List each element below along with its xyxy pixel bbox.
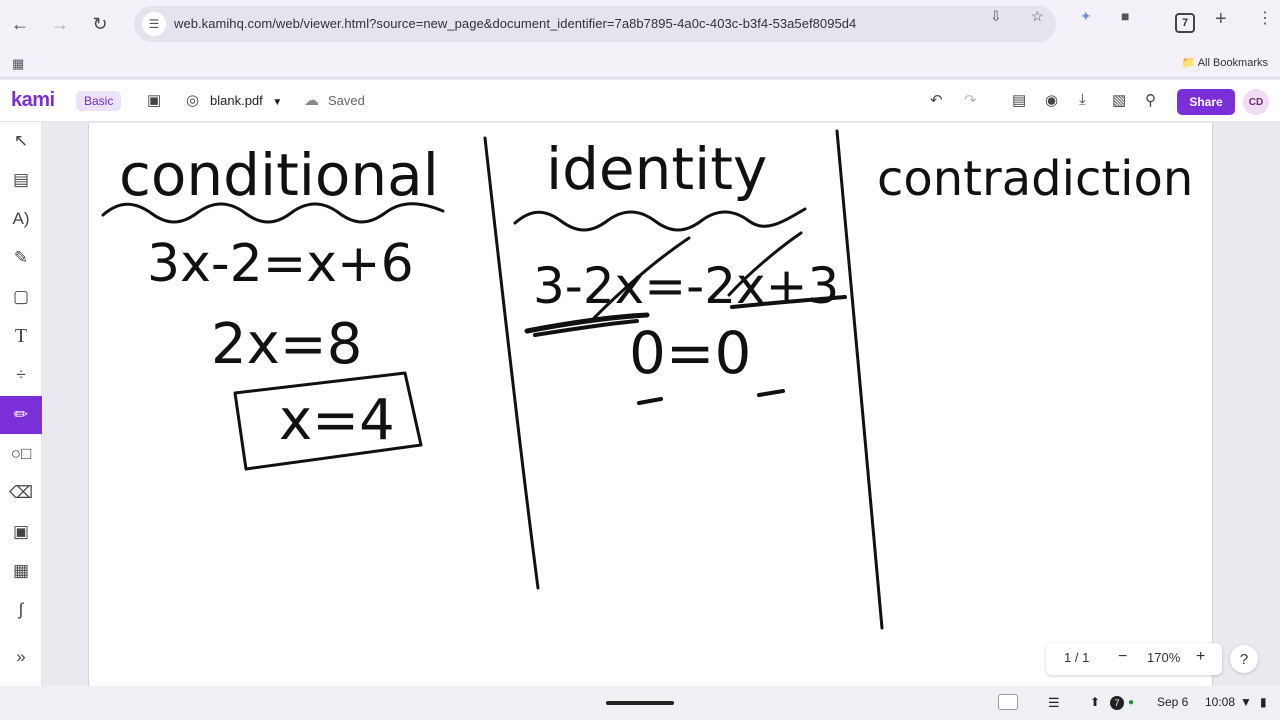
notes-icon[interactable]: ☰ xyxy=(1048,695,1060,711)
heading-contradiction: contradiction xyxy=(877,151,1193,207)
conditional-line-1: 3x-2=x+6 xyxy=(147,234,414,294)
document-outline-icon[interactable]: ▤ xyxy=(1012,91,1026,109)
identity-line-1: 3-2x=-2x+3 xyxy=(533,257,839,315)
column-divider-left xyxy=(483,136,540,590)
column-divider-right xyxy=(835,129,884,630)
plan-badge[interactable]: Basic xyxy=(76,91,122,111)
url-text[interactable]: web.kamihq.com/web/viewer.html?source=ne… xyxy=(174,16,856,31)
conditional-line-2: 2x=8 xyxy=(211,312,362,377)
highlighter-icon[interactable]: ✎ xyxy=(0,239,42,277)
reload-icon[interactable]: ↻ xyxy=(84,8,116,40)
cloud-saved-icon: ☁ xyxy=(304,92,319,109)
screen-capture-icon[interactable] xyxy=(998,694,1018,710)
signature-icon[interactable]: ∫ xyxy=(0,591,42,629)
save-status: Saved xyxy=(328,93,365,108)
globe-icon: ◎ xyxy=(186,92,200,109)
battery-icon[interactable]: ▮ xyxy=(1260,695,1267,709)
new-tab-icon[interactable]: + xyxy=(1215,8,1227,31)
browser-toolbar: ← → ↻ ☰ web.kamihq.com/web/viewer.html?s… xyxy=(0,0,1280,48)
help-button[interactable]: ? xyxy=(1230,645,1258,673)
pdf-page[interactable]: conditional identity contradiction 3x-2=… xyxy=(88,123,1213,686)
toolbox-icon[interactable]: ▧ xyxy=(1112,91,1126,109)
undo-icon[interactable]: ↶ xyxy=(930,91,943,109)
tool-sidebar: ↖ ▤ A) ✎ ▢ T ÷ ✏ ○□ ⌫ ▣ ▦ ∫ » xyxy=(0,122,42,686)
search-icon[interactable]: ⚲ xyxy=(1145,91,1156,109)
tab-count-button[interactable]: 7 xyxy=(1175,13,1195,33)
extension-puzzle-colored-icon[interactable]: ✦ xyxy=(1080,8,1092,25)
home-gesture-bar[interactable] xyxy=(606,701,674,705)
archive-icon[interactable]: ▣ xyxy=(147,91,161,109)
read-aloud-icon[interactable]: A) xyxy=(0,200,42,238)
comment-icon[interactable]: ▢ xyxy=(0,278,42,316)
bookmark-star-icon[interactable]: ☆ xyxy=(1031,8,1044,25)
kami-logo: kami xyxy=(11,89,55,111)
identity-line-2: 0=0 xyxy=(629,319,751,387)
redo-icon[interactable]: ↷ xyxy=(964,91,977,109)
all-bookmarks-label: All Bookmarks xyxy=(1197,57,1268,69)
bookmarks-bar: ▦ 📁 All Bookmarks xyxy=(0,48,1280,78)
kami-toolbar: kami Basic ▣ ◎ blank.pdf ▼ ☁ Saved ↶ ↷ ▤… xyxy=(0,80,1280,122)
update-icon[interactable]: ⬆ xyxy=(1090,695,1100,709)
image-icon[interactable]: ▦ xyxy=(0,552,42,590)
tick-mark-2 xyxy=(757,389,785,397)
extensions-icon[interactable]: ■ xyxy=(1121,8,1129,24)
zoom-out-icon[interactable]: − xyxy=(1118,648,1127,666)
forward-icon[interactable]: → xyxy=(44,8,76,40)
ink-drawing: conditional identity contradiction 3x-2=… xyxy=(101,129,1193,630)
expand-icon[interactable]: » xyxy=(0,638,42,676)
heading-conditional: conditional xyxy=(119,141,439,209)
site-info-icon[interactable]: ☰ xyxy=(142,12,166,36)
tick-mark-1 xyxy=(637,397,663,405)
conditional-line-3: x=4 xyxy=(279,388,395,453)
squiggle-identity xyxy=(513,207,807,232)
share-button[interactable]: Share xyxy=(1177,89,1235,115)
eraser-icon[interactable]: ⌫ xyxy=(0,474,42,512)
folder-icon: 📁 xyxy=(1181,57,1196,69)
date-label[interactable]: Sep 6 xyxy=(1157,695,1188,709)
time-label[interactable]: 10:08 xyxy=(1205,695,1235,709)
heading-identity: identity xyxy=(546,135,767,203)
status-dot-icon: ● xyxy=(1128,697,1135,708)
text-icon[interactable]: T xyxy=(0,317,42,355)
menu-kebab-icon[interactable]: ⋮ xyxy=(1257,8,1273,28)
text-annotate-icon[interactable]: ▤ xyxy=(0,161,42,199)
all-bookmarks-link[interactable]: 📁 All Bookmarks xyxy=(1182,56,1268,69)
notification-badge[interactable]: 7 xyxy=(1110,696,1124,710)
file-name[interactable]: blank.pdf ▼ xyxy=(210,93,282,108)
shapes-icon[interactable]: ○□ xyxy=(0,435,42,473)
equation-icon[interactable]: ÷ xyxy=(0,356,42,394)
wifi-icon[interactable]: ▼ xyxy=(1240,695,1252,709)
install-app-icon[interactable]: ⇩ xyxy=(990,8,1002,25)
chevron-down-icon[interactable]: ▼ xyxy=(272,97,282,108)
view-eye-icon[interactable]: ◉ xyxy=(1045,91,1058,109)
select-icon[interactable]: ↖ xyxy=(0,122,42,160)
file-name-label: blank.pdf xyxy=(210,93,263,108)
zoom-in-icon[interactable]: + xyxy=(1196,648,1205,666)
back-icon[interactable]: ← xyxy=(4,8,36,40)
address-bar[interactable]: ☰ web.kamihq.com/web/viewer.html?source=… xyxy=(134,6,1056,42)
download-icon[interactable]: ⤓ xyxy=(1079,91,1086,108)
page-indicator[interactable]: 1 / 1 xyxy=(1064,650,1089,665)
ai-question-icon[interactable]: ▣ xyxy=(0,513,42,551)
user-avatar[interactable]: CD xyxy=(1243,89,1269,115)
zoom-controls: 1 / 1 − 170% + xyxy=(1046,643,1222,675)
apps-grid-icon[interactable]: ▦ xyxy=(12,56,24,72)
pen-icon[interactable]: ✏ xyxy=(0,396,42,434)
zoom-level[interactable]: 170% xyxy=(1147,650,1180,665)
